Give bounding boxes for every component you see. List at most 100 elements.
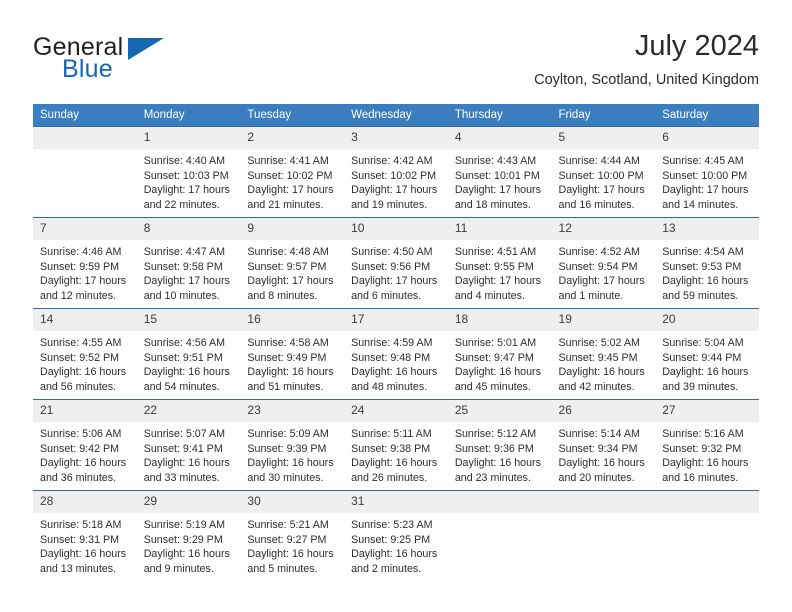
calendar-day-cell[interactable]: 29 Sunrise: 5:19 AM Sunset: 9:29 PM Dayligh… <box>136 490 241 581</box>
calendar-day-cell[interactable]: 27 Sunrise: 5:16 AM Sunset: 9:32 PM Dayligh… <box>655 399 759 491</box>
day-details: Sunrise: 5:11 AM Sunset: 9:38 PM Daylight:… <box>344 422 448 490</box>
day-number: 27 <box>655 400 759 422</box>
sunrise-text: Sunrise: 5:23 AM <box>351 519 433 531</box>
calendar-day-cell[interactable]: 26 Sunrise: 5:14 AM Sunset: 9:34 PM Dayligh… <box>551 399 656 491</box>
sunset-text: Sunset: 9:44 PM <box>662 351 742 364</box>
daylight-text-line1: Daylight: 16 hours <box>143 548 230 561</box>
sunrise-text: Sunrise: 4:41 AM <box>247 155 329 167</box>
daylight-text-line1: Daylight: 16 hours <box>351 366 438 379</box>
calendar-day-cell[interactable]: 31 Sunrise: 5:23 AM Sunset: 9:25 PM Dayligh… <box>344 490 448 581</box>
calendar-day-cell[interactable]: 14 Sunrise: 4:55 AM Sunset: 9:52 PM Dayligh… <box>33 308 137 400</box>
calendar-day-cell[interactable]: 20 Sunrise: 5:04 AM Sunset: 9:44 PM Dayligh… <box>655 308 759 400</box>
daylight-text-line1: Daylight: 16 hours <box>351 457 438 470</box>
daylight-text-line2: and 12 minutes. <box>40 289 117 302</box>
location-subtitle: Coylton, Scotland, United Kingdom <box>534 72 759 88</box>
calendar-grid: Sunday Monday Tuesday Wednesday Thursday… <box>33 104 759 581</box>
daylight-text-line2: and 6 minutes. <box>351 289 422 302</box>
weekday-header-monday: Monday <box>136 104 241 127</box>
day-details: Sunrise: 4:44 AM Sunset: 10:00 PM Daylight… <box>552 149 656 217</box>
daylight-text-line1: Daylight: 17 hours <box>351 184 438 197</box>
daylight-text-line2: and 54 minutes. <box>143 380 220 393</box>
calendar-day-cell[interactable]: 11 Sunrise: 4:51 AM Sunset: 9:55 PM Dayligh… <box>447 217 552 309</box>
daylight-text-line1: Daylight: 16 hours <box>662 457 749 470</box>
day-number: 21 <box>33 400 137 422</box>
day-details: Sunrise: 4:50 AM Sunset: 9:56 PM Daylight:… <box>344 240 448 308</box>
sunset-text: Sunset: 9:41 PM <box>143 442 223 455</box>
calendar-day-cell[interactable]: 3 Sunrise: 4:42 AM Sunset: 10:02 PM Dayligh… <box>344 126 448 218</box>
calendar-day-cell[interactable]: 28 Sunrise: 5:18 AM Sunset: 9:31 PM Dayligh… <box>33 490 137 581</box>
calendar-day-cell[interactable]: 24 Sunrise: 5:11 AM Sunset: 9:38 PM Dayligh… <box>344 399 448 491</box>
calendar-head: Sunday Monday Tuesday Wednesday Thursday… <box>33 104 759 127</box>
calendar-day-cell[interactable]: 23 Sunrise: 5:09 AM Sunset: 9:39 PM Dayligh… <box>240 399 345 491</box>
calendar-day-cell[interactable]: 5 Sunrise: 4:44 AM Sunset: 10:00 PM Dayligh… <box>551 126 656 218</box>
day-number: 16 <box>240 309 345 331</box>
day-number: 8 <box>136 218 241 240</box>
day-number: 28 <box>33 491 137 513</box>
calendar-day-cell[interactable]: 25 Sunrise: 5:12 AM Sunset: 9:36 PM Dayligh… <box>447 399 552 491</box>
sunrise-text: Sunrise: 5:12 AM <box>454 428 537 440</box>
daylight-text-line2: and 21 minutes. <box>247 198 324 211</box>
page-header: General Blue July 2024 Coylton, Scotland… <box>33 28 759 92</box>
day-number: 5 <box>551 127 656 149</box>
daylight-text-line1: Daylight: 16 hours <box>558 366 645 379</box>
daylight-text-line2: and 26 minutes. <box>351 471 428 484</box>
day-details <box>448 513 552 581</box>
calendar-day-cell[interactable]: 15 Sunrise: 4:56 AM Sunset: 9:51 PM Dayligh… <box>136 308 241 400</box>
sunset-text: Sunset: 9:32 PM <box>662 442 742 455</box>
sunset-text: Sunset: 10:03 PM <box>143 169 229 182</box>
sunset-text: Sunset: 9:53 PM <box>662 260 742 273</box>
sunset-text: Sunset: 10:02 PM <box>351 169 437 182</box>
daylight-text-line2: and 13 minutes. <box>40 562 117 575</box>
day-details: Sunrise: 4:40 AM Sunset: 10:03 PM Daylight… <box>137 149 241 217</box>
calendar-day-cell[interactable]: 22 Sunrise: 5:07 AM Sunset: 9:41 PM Dayligh… <box>136 399 241 491</box>
daylight-text-line1: Daylight: 17 hours <box>558 275 645 288</box>
day-number: 29 <box>136 491 241 513</box>
sunset-text: Sunset: 9:58 PM <box>143 260 223 273</box>
weekday-header-sunday: Sunday <box>33 104 137 127</box>
calendar-day-cell[interactable]: 30 Sunrise: 5:21 AM Sunset: 9:27 PM Dayligh… <box>240 490 345 581</box>
day-details <box>33 149 137 217</box>
calendar-day-cell[interactable]: 9 Sunrise: 4:48 AM Sunset: 9:57 PM Daylight… <box>240 217 345 309</box>
calendar-day-cell[interactable]: 10 Sunrise: 4:50 AM Sunset: 9:56 PM Dayligh… <box>344 217 448 309</box>
day-details: Sunrise: 4:56 AM Sunset: 9:51 PM Daylight:… <box>137 331 241 399</box>
calendar-day-cell[interactable]: 8 Sunrise: 4:47 AM Sunset: 9:58 PM Daylight… <box>136 217 241 309</box>
day-details: Sunrise: 5:04 AM Sunset: 9:44 PM Daylight:… <box>655 331 759 399</box>
calendar-day-cell[interactable]: 17 Sunrise: 4:59 AM Sunset: 9:48 PM Dayligh… <box>344 308 448 400</box>
calendar-day-cell[interactable]: 16 Sunrise: 4:58 AM Sunset: 9:49 PM Dayligh… <box>240 308 345 400</box>
calendar-day-cell[interactable]: 18 Sunrise: 5:01 AM Sunset: 9:47 PM Dayligh… <box>447 308 552 400</box>
day-number <box>447 491 552 513</box>
daylight-text-line1: Daylight: 17 hours <box>662 184 749 197</box>
daylight-text-line1: Daylight: 16 hours <box>454 457 541 470</box>
day-number: 3 <box>344 127 448 149</box>
calendar-day-cell-empty <box>655 490 759 581</box>
calendar-day-cell[interactable]: 7 Sunrise: 4:46 AM Sunset: 9:59 PM Daylight… <box>33 217 137 309</box>
calendar-day-cell-empty <box>33 126 137 218</box>
daylight-text-line2: and 14 minutes. <box>662 198 739 211</box>
sunset-text: Sunset: 9:39 PM <box>247 442 327 455</box>
calendar-day-cell[interactable]: 19 Sunrise: 5:02 AM Sunset: 9:45 PM Dayligh… <box>551 308 656 400</box>
calendar-day-cell[interactable]: 21 Sunrise: 5:06 AM Sunset: 9:42 PM Dayligh… <box>33 399 137 491</box>
brand-logo[interactable]: General Blue <box>33 34 293 90</box>
calendar-day-cell[interactable]: 6 Sunrise: 4:45 AM Sunset: 10:00 PM Dayligh… <box>655 126 759 218</box>
calendar-day-cell[interactable]: 1 Sunrise: 4:40 AM Sunset: 10:03 PM Dayligh… <box>136 126 241 218</box>
calendar-day-cell[interactable]: 12 Sunrise: 4:52 AM Sunset: 9:54 PM Dayligh… <box>551 217 656 309</box>
day-details: Sunrise: 5:09 AM Sunset: 9:39 PM Daylight:… <box>240 422 344 490</box>
daylight-text-line2: and 5 minutes. <box>247 562 318 575</box>
sunset-text: Sunset: 9:59 PM <box>40 260 120 273</box>
day-details: Sunrise: 5:14 AM Sunset: 9:34 PM Daylight:… <box>552 422 656 490</box>
calendar-day-cell[interactable]: 13 Sunrise: 4:54 AM Sunset: 9:53 PM Dayligh… <box>655 217 759 309</box>
daylight-text-line2: and 45 minutes. <box>454 380 531 393</box>
daylight-text-line1: Daylight: 17 hours <box>143 275 230 288</box>
daylight-text-line1: Daylight: 17 hours <box>351 275 438 288</box>
calendar-page: General Blue July 2024 Coylton, Scotland… <box>0 0 792 612</box>
daylight-text-line2: and 51 minutes. <box>247 380 324 393</box>
daylight-text-line2: and 39 minutes. <box>662 380 739 393</box>
sunset-text: Sunset: 9:52 PM <box>40 351 120 364</box>
daylight-text-line1: Daylight: 16 hours <box>247 457 334 470</box>
calendar-day-cell[interactable]: 2 Sunrise: 4:41 AM Sunset: 10:02 PM Dayligh… <box>240 126 345 218</box>
daylight-text-line2: and 4 minutes. <box>454 289 525 302</box>
sunset-text: Sunset: 9:57 PM <box>247 260 327 273</box>
sunset-text: Sunset: 10:01 PM <box>454 169 540 182</box>
calendar-day-cell[interactable]: 4 Sunrise: 4:43 AM Sunset: 10:01 PM Dayligh… <box>447 126 552 218</box>
daylight-text-line1: Daylight: 16 hours <box>662 275 749 288</box>
